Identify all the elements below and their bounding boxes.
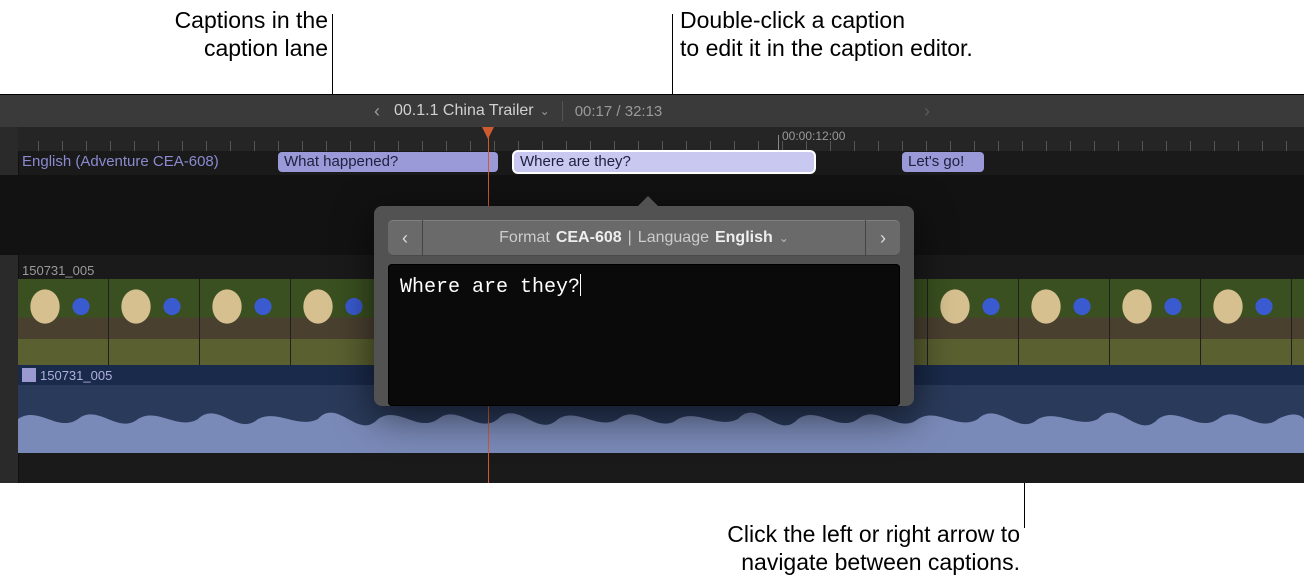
caption-lane-label: English (Adventure CEA-608) [22, 153, 219, 170]
ruler-tick [86, 141, 87, 151]
chevron-down-icon: ⌄ [540, 104, 550, 118]
timeline-ruler[interactable]: 00:00:12:00 [18, 127, 1304, 151]
ruler-tick [446, 141, 447, 151]
project-title-dropdown[interactable]: 00.1.1 China Trailer ⌄ [394, 102, 550, 120]
annotation-nav-arrows: Click the left or right arrow to navigat… [646, 520, 1020, 576]
annotation-caption-lane: Captions in the caption lane [58, 6, 328, 62]
video-thumbnail [18, 279, 109, 365]
ruler-tick [518, 141, 519, 151]
ruler-tick [134, 141, 135, 151]
video-thumbnail [200, 279, 291, 365]
caption-format-dropdown[interactable]: Format CEA-608 | Language English ⌄ [423, 220, 865, 256]
ruler-tick [350, 141, 351, 151]
ruler-tick [110, 141, 111, 151]
separator: | [628, 229, 632, 247]
caption-editor-popover: ‹ Format CEA-608 | Language English ⌄ › … [374, 206, 914, 406]
caption-lane: English (Adventure CEA-608) What happene… [18, 151, 1304, 175]
ruler-tick [422, 141, 423, 151]
ruler-tick [590, 141, 591, 151]
ruler-tick [1238, 141, 1239, 151]
caption-clip[interactable]: Let's go! [902, 152, 984, 172]
video-thumbnail [1019, 279, 1110, 365]
format-value: CEA-608 [556, 229, 622, 247]
ruler-tick [1118, 141, 1119, 151]
language-label: Language [638, 229, 709, 247]
ruler-tick [998, 141, 999, 151]
divider [562, 101, 563, 121]
caption-text-value: Where are they? [400, 276, 580, 299]
ruler-tick [662, 141, 663, 151]
caption-text-input[interactable]: Where are they? [388, 264, 900, 406]
ruler-tick [470, 141, 471, 151]
caption-clip[interactable]: What happened? [278, 152, 498, 172]
ruler-tick [542, 141, 543, 151]
ruler-tick [206, 141, 207, 151]
text-caret [580, 274, 581, 296]
ruler-tick [398, 141, 399, 151]
ruler-tick [182, 141, 183, 151]
ruler-tick [854, 141, 855, 151]
ruler-tick [614, 141, 615, 151]
ruler-tick [950, 141, 951, 151]
caption-next-button[interactable]: › [865, 220, 900, 256]
ruler-tick [782, 141, 783, 151]
video-thumbnail [1292, 279, 1304, 365]
ruler-tick [974, 141, 975, 151]
ruler-tick [830, 141, 831, 151]
video-clip-label: 150731_005 [22, 263, 94, 278]
ruler-tick [326, 141, 327, 151]
video-thumbnail [1201, 279, 1292, 365]
ruler-tick-major [778, 135, 779, 151]
timeline-header: ‹ 00.1.1 China Trailer ⌄ 00:17 / 32:13 › [0, 95, 1304, 127]
ruler-tick [1142, 141, 1143, 151]
ruler-tick [1214, 141, 1215, 151]
ruler-tick [878, 141, 879, 151]
history-back-button[interactable]: ‹ [360, 101, 394, 122]
video-thumbnail [109, 279, 200, 365]
ruler-tick [374, 141, 375, 151]
ruler-tick [1070, 141, 1071, 151]
caption-clip-selected[interactable]: Where are they? [514, 152, 814, 172]
ruler-tick [302, 141, 303, 151]
project-title-text: 00.1.1 China Trailer [394, 102, 534, 120]
ruler-tick [158, 141, 159, 151]
annotation-double-click: Double-click a caption to edit it in the… [680, 6, 1100, 62]
video-thumbnail [291, 279, 382, 365]
ruler-tick [62, 141, 63, 151]
timecode-display: 00:17 / 32:13 [575, 103, 663, 120]
video-thumbnail [1110, 279, 1201, 365]
ruler-tick [806, 141, 807, 151]
ruler-tick [638, 141, 639, 151]
video-thumbnail [928, 279, 1019, 365]
ruler-tick [926, 141, 927, 151]
ruler-tick [1022, 141, 1023, 151]
ruler-tick [38, 141, 39, 151]
ruler-tick [686, 141, 687, 151]
ruler-tick [1190, 141, 1191, 151]
ruler-tick [566, 141, 567, 151]
filmstrip-icon [22, 368, 36, 382]
ruler-tick [734, 141, 735, 151]
ruler-tick [278, 141, 279, 151]
ruler-tick [494, 141, 495, 151]
ruler-tick [902, 141, 903, 151]
caption-prev-button[interactable]: ‹ [388, 220, 423, 256]
format-label: Format [499, 229, 550, 247]
ruler-tick [710, 141, 711, 151]
ruler-tick [1046, 141, 1047, 151]
language-value: English [715, 229, 773, 247]
history-forward-button[interactable]: › [910, 101, 944, 122]
ruler-tick [1262, 141, 1263, 151]
ruler-tick [1094, 141, 1095, 151]
ruler-tick [1286, 141, 1287, 151]
ruler-tick-label: 00:00:12:00 [782, 129, 845, 143]
audio-clip-label: 150731_005 [40, 368, 112, 383]
ruler-tick [254, 141, 255, 151]
ruler-tick [230, 141, 231, 151]
ruler-tick [758, 141, 759, 151]
chevron-down-icon: ⌄ [779, 231, 789, 245]
ruler-tick [1166, 141, 1167, 151]
